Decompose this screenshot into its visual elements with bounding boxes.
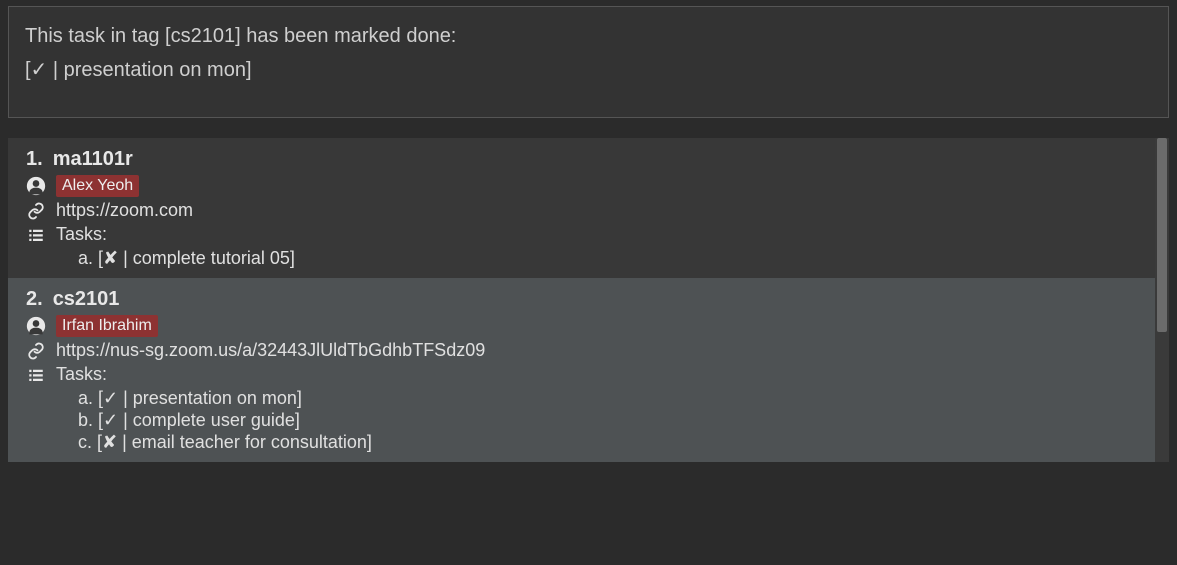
module-index: 1. <box>26 148 43 170</box>
module-card[interactable]: 1. ma1101r Alex Yeoh https://zoom.com Tasks:… <box>8 138 1155 278</box>
person-badge: Irfan Ibrahim <box>56 315 158 337</box>
link-icon <box>26 342 46 360</box>
status-line-1: This task in tag [cs2101] has been marke… <box>25 19 1152 53</box>
module-title: 2. cs2101 <box>26 288 1137 311</box>
subtask: b. [✓ | complete user guide] <box>78 410 1137 431</box>
subtasks: a. [✓ | presentation on mon]b. [✓ | comp… <box>78 388 1137 453</box>
module-list-panel: 1. ma1101r Alex Yeoh https://zoom.com Tasks:… <box>8 138 1169 462</box>
status-line-2: [✓ | presentation on mon] <box>25 53 1152 87</box>
list-icon <box>26 226 46 244</box>
module-index: 2. <box>26 288 43 310</box>
module-name: cs2101 <box>53 288 120 310</box>
person-icon <box>26 316 46 336</box>
tasks-label: Tasks: <box>56 364 107 385</box>
status-panel: This task in tag [cs2101] has been marke… <box>8 6 1169 118</box>
link-row: https://zoom.com <box>26 200 1137 221</box>
subtask: c. [✘ | email teacher for consultation] <box>78 432 1137 453</box>
module-link[interactable]: https://nus-sg.zoom.us/a/32443JlUldTbGdh… <box>56 340 485 361</box>
module-link[interactable]: https://zoom.com <box>56 200 193 221</box>
tasks-label: Tasks: <box>56 224 107 245</box>
module-name: ma1101r <box>53 148 133 170</box>
subtask: a. [✓ | presentation on mon] <box>78 388 1137 409</box>
person-badge: Alex Yeoh <box>56 175 139 197</box>
scrollbar-track[interactable] <box>1155 138 1169 462</box>
person-row: Alex Yeoh <box>26 175 1137 197</box>
person-row: Irfan Ibrahim <box>26 315 1137 337</box>
list-icon <box>26 366 46 384</box>
subtask: a. [✘ | complete tutorial 05] <box>78 248 1137 269</box>
link-row: https://nus-sg.zoom.us/a/32443JlUldTbGdh… <box>26 340 1137 361</box>
module-title: 1. ma1101r <box>26 148 1137 171</box>
person-icon <box>26 176 46 196</box>
subtasks: a. [✘ | complete tutorial 05] <box>78 248 1137 269</box>
tasks-header-row: Tasks: <box>26 224 1137 245</box>
module-list: 1. ma1101r Alex Yeoh https://zoom.com Tasks:… <box>8 138 1155 462</box>
link-icon <box>26 202 46 220</box>
tasks-header-row: Tasks: <box>26 364 1137 385</box>
module-card[interactable]: 2. cs2101 Irfan Ibrahim https://nus-sg.zoom… <box>8 278 1155 462</box>
scrollbar-thumb[interactable] <box>1157 138 1167 332</box>
